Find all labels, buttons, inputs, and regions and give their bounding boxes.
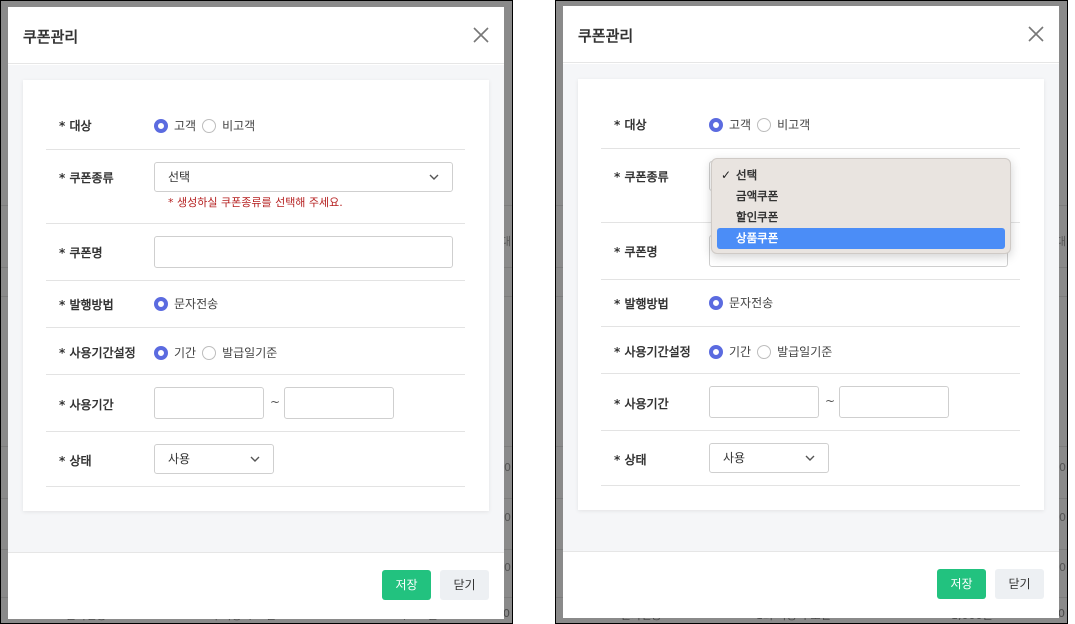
radio-issue-date-label: 발급일기준 <box>222 346 278 360</box>
left-screenshot-pane: 대 20 20 20 문자전송 1회 사용시 소멸 1,000원 20 쿠폰관리… <box>0 0 513 624</box>
period-end-input[interactable] <box>839 386 949 418</box>
period-start-input[interactable] <box>709 386 819 418</box>
issue-method-label: * 발행방법 <box>59 298 114 312</box>
chevron-down-icon <box>805 455 815 461</box>
period-separator: ~ <box>270 395 281 409</box>
radio-non-customer[interactable] <box>757 117 772 132</box>
dropdown-option-label: 상품쿠폰 <box>736 231 779 245</box>
coupon-type-dropdown: ✓ 선택 금액쿠폰 할인쿠폰 상품쿠폰 <box>711 158 1011 254</box>
period-start-input[interactable] <box>154 387 264 419</box>
row-target: * 대상 고객 비고객 <box>46 80 465 150</box>
dropdown-option-label: 선택 <box>736 168 758 182</box>
row-period-setting: * 사용기간설정 기간 발급일기준 <box>601 327 1020 374</box>
modal-header: 쿠폰관리 <box>563 6 1059 63</box>
row-period-setting: * 사용기간설정 기간 발급일기준 <box>46 328 465 375</box>
chevron-down-icon <box>429 174 439 180</box>
save-button[interactable]: 저장 <box>937 569 986 599</box>
radio-sms-label: 문자전송 <box>174 297 219 311</box>
row-coupon-type: * 쿠폰종류 선택 * 생성하실 쿠폰종류를 선택해 주세요. <box>46 150 465 224</box>
coupon-name-label: * 쿠폰명 <box>59 246 103 260</box>
issue-method-radio-group: 문자전송 <box>154 295 224 312</box>
radio-customer-label: 고객 <box>174 119 197 133</box>
period-setting-label: * 사용기간설정 <box>59 346 136 360</box>
right-screenshot-pane: 대 20 20 20 문자전송 1회 사용시 소멸 1,000원 20 쿠폰관리… <box>555 0 1068 624</box>
dropdown-option[interactable]: ✓ 선택 <box>717 165 1005 186</box>
radio-customer[interactable] <box>709 117 723 132</box>
radio-sms[interactable] <box>154 296 168 311</box>
row-status: * 상태 사용 <box>601 431 1020 486</box>
dropdown-option[interactable]: 금액쿠폰 <box>717 186 1005 207</box>
close-button[interactable]: 닫기 <box>995 569 1044 599</box>
form-card: * 대상 고객 비고객 * 쿠폰종류 선택 * 생성하실 쿠폰종류를 선택해 주… <box>23 80 489 511</box>
radio-non-customer-label: 비고객 <box>777 118 811 132</box>
radio-period-label: 기간 <box>174 346 197 360</box>
status-select[interactable]: 사용 <box>709 443 829 473</box>
row-issue-method: * 발행방법 문자전송 <box>46 281 465 328</box>
close-icon[interactable] <box>472 26 490 44</box>
modal-title: 쿠폰관리 <box>578 27 634 45</box>
form-card: * 대상 고객 비고객 * 쿠폰종류 선택 * 쿠 <box>578 79 1044 510</box>
modal-header: 쿠폰관리 <box>8 7 504 64</box>
modal-footer: 저장 닫기 <box>563 551 1059 618</box>
period-setting-label: * 사용기간설정 <box>614 345 691 359</box>
coupon-type-select[interactable]: 선택 <box>154 162 453 192</box>
radio-period-label: 기간 <box>729 345 752 359</box>
coupon-name-label: * 쿠폰명 <box>614 245 658 259</box>
coupon-modal: 쿠폰관리 * 대상 고객 비고객 * 쿠폰종류 선택 <box>563 6 1059 618</box>
target-radio-group: 고객 비고객 <box>154 117 261 134</box>
coupon-type-label: * 쿠폰종류 <box>59 171 114 185</box>
target-label: * 대상 <box>614 118 647 132</box>
target-radio-group: 고객 비고객 <box>709 116 816 133</box>
coupon-type-label: * 쿠폰종류 <box>614 170 669 184</box>
dropdown-option-highlighted[interactable]: 상품쿠폰 <box>717 228 1005 249</box>
radio-sms-label: 문자전송 <box>729 296 774 310</box>
coupon-type-value: 선택 <box>168 170 191 184</box>
radio-period[interactable] <box>709 344 723 359</box>
row-issue-method: * 발행방법 문자전송 <box>601 280 1020 327</box>
dropdown-option-label: 금액쿠폰 <box>736 189 779 203</box>
issue-method-radio-group: 문자전송 <box>709 294 779 311</box>
dropdown-option[interactable]: 할인쿠폰 <box>717 207 1005 228</box>
period-end-input[interactable] <box>284 387 394 419</box>
radio-period[interactable] <box>154 345 168 360</box>
period-label: * 사용기간 <box>614 397 669 411</box>
radio-issue-date[interactable] <box>202 345 217 360</box>
period-setting-radio-group: 기간 발급일기준 <box>154 344 283 361</box>
save-button[interactable]: 저장 <box>382 570 431 600</box>
radio-issue-date[interactable] <box>757 344 772 359</box>
radio-issue-date-label: 발급일기준 <box>777 345 833 359</box>
coupon-modal: 쿠폰관리 * 대상 고객 비고객 * 쿠폰종류 선택 <box>8 7 504 619</box>
modal-footer: 저장 닫기 <box>8 552 504 619</box>
modal-title: 쿠폰관리 <box>23 28 79 46</box>
status-label: * 상태 <box>614 453 647 467</box>
modal-body: * 대상 고객 비고객 * 쿠폰종류 선택 * 생성하실 쿠폰종류를 선택해 주… <box>8 65 504 552</box>
radio-sms[interactable] <box>709 295 723 310</box>
radio-customer-label: 고객 <box>729 118 752 132</box>
row-period: * 사용기간 ~ <box>601 374 1020 431</box>
period-setting-radio-group: 기간 발급일기준 <box>709 343 838 360</box>
status-value: 사용 <box>168 452 191 466</box>
close-icon[interactable] <box>1027 25 1045 43</box>
radio-non-customer-label: 비고객 <box>222 119 256 133</box>
radio-non-customer[interactable] <box>202 118 217 133</box>
row-target: * 대상 고객 비고객 <box>601 79 1020 149</box>
status-label: * 상태 <box>59 454 92 468</box>
period-separator: ~ <box>825 394 836 408</box>
status-select[interactable]: 사용 <box>154 444 274 474</box>
coupon-type-hint: * 생성하실 쿠폰종류를 선택해 주세요. <box>168 196 343 209</box>
radio-customer[interactable] <box>154 118 168 133</box>
status-value: 사용 <box>723 451 746 465</box>
row-period: * 사용기간 ~ <box>46 375 465 432</box>
issue-method-label: * 발행방법 <box>614 297 669 311</box>
row-status: * 상태 사용 <box>46 432 465 487</box>
check-icon: ✓ <box>721 168 732 182</box>
close-button[interactable]: 닫기 <box>440 570 489 600</box>
chevron-down-icon <box>250 456 260 462</box>
row-coupon-name: * 쿠폰명 <box>46 224 465 281</box>
dropdown-option-label: 할인쿠폰 <box>736 210 779 224</box>
period-label: * 사용기간 <box>59 398 114 412</box>
target-label: * 대상 <box>59 119 92 133</box>
modal-body: * 대상 고객 비고객 * 쿠폰종류 선택 * 쿠 <box>563 64 1059 551</box>
coupon-name-input[interactable] <box>154 236 453 268</box>
